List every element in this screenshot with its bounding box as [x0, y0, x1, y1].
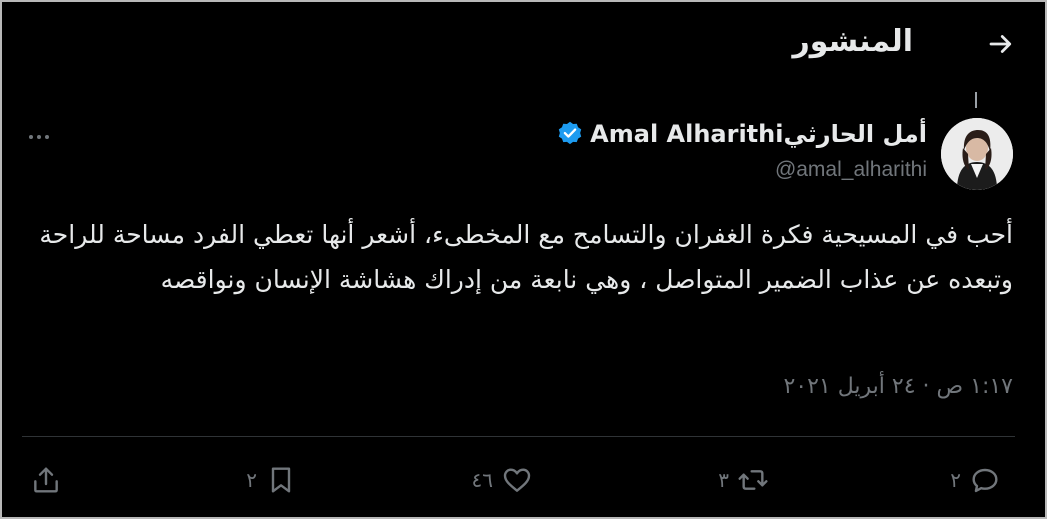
like-count: ٤٦ — [471, 468, 493, 492]
post-page: المنشور أمل الحارثيAmal Alharithi @amal_… — [0, 0, 1047, 519]
author-handle[interactable]: @amal_alharithi — [775, 158, 927, 182]
divider — [22, 436, 1015, 437]
repost-count: ٣ — [718, 468, 729, 492]
more-options-button[interactable] — [24, 122, 54, 152]
profile-photo — [941, 118, 1013, 190]
author-name-row[interactable]: أمل الحارثيAmal Alharithi — [556, 120, 927, 148]
verified-badge-icon — [556, 120, 584, 148]
reply-button[interactable]: ٢ — [950, 460, 1001, 500]
thread-line — [975, 92, 977, 108]
share-icon — [34, 467, 58, 493]
author-name[interactable]: أمل الحارثيAmal Alharithi — [590, 120, 927, 148]
page-title: المنشور — [792, 24, 913, 59]
reply-count: ٢ — [950, 468, 961, 492]
repost-icon — [738, 470, 768, 490]
avatar[interactable] — [941, 118, 1013, 190]
more-dot-icon — [45, 135, 49, 139]
like-button[interactable]: ٤٦ — [472, 460, 533, 500]
arrow-right-icon — [989, 35, 1012, 53]
post-text: أحب في المسيحية فكرة الغفران والتسامح مع… — [39, 220, 1013, 294]
bookmark-icon — [271, 467, 291, 493]
share-button[interactable] — [30, 460, 62, 500]
more-dot-icon — [29, 135, 33, 139]
bookmark-count: ٢ — [246, 468, 257, 492]
back-button[interactable] — [983, 26, 1019, 62]
bookmark-button[interactable]: ٢ — [246, 460, 297, 500]
post-timestamp[interactable]: ١:١٧ ص · ٢٤ أبريل ٢٠٢١ — [783, 374, 1013, 399]
heart-icon — [503, 468, 531, 492]
page-header: المنشور — [2, 2, 1045, 90]
more-dot-icon — [37, 135, 41, 139]
repost-button[interactable]: ٣ — [718, 460, 769, 500]
reply-icon — [972, 468, 998, 493]
